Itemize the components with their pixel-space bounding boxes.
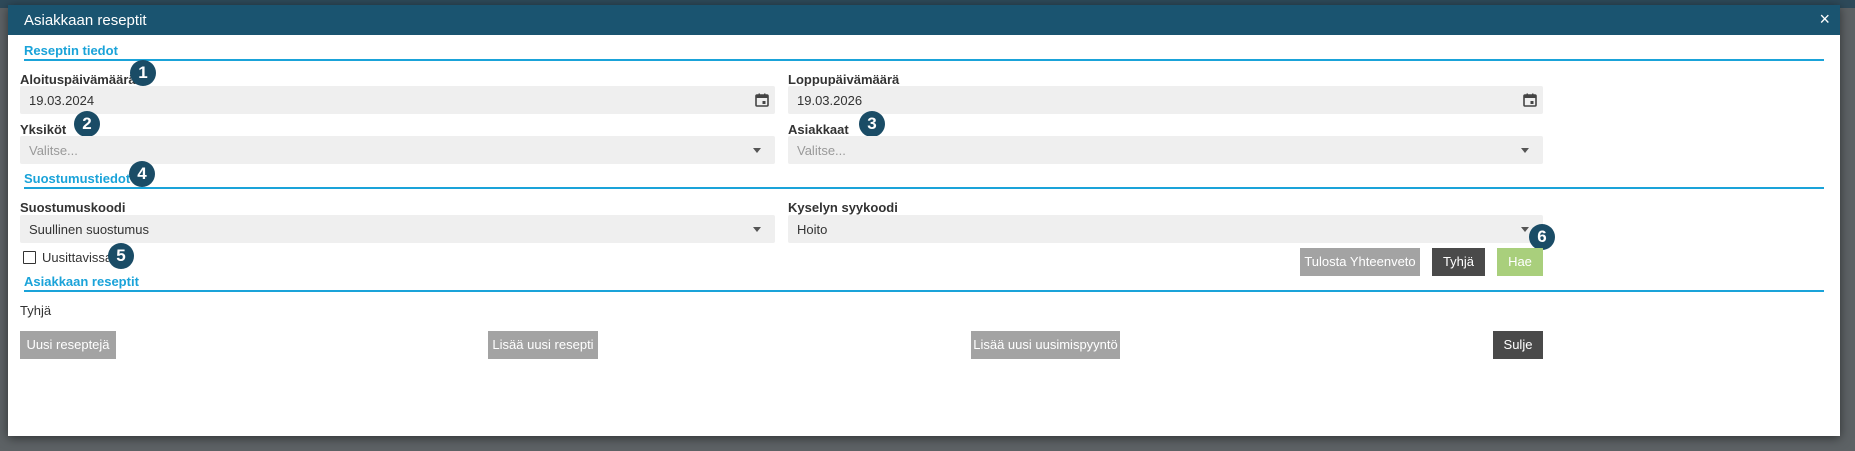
- units-select[interactable]: Valitse...: [20, 136, 775, 164]
- renewable-checkbox[interactable]: [23, 251, 36, 264]
- start-date-input[interactable]: 19.03.2024: [20, 86, 775, 114]
- dialog-header: Asiakkaan reseptit ×: [8, 5, 1840, 35]
- calendar-icon[interactable]: [1523, 93, 1537, 107]
- units-label: Yksiköt: [20, 122, 67, 137]
- annotation-badge-2: 2: [74, 111, 100, 137]
- query-reason-code-value: Hoito: [797, 222, 828, 237]
- renewable-label[interactable]: Uusittavissa: [42, 250, 112, 265]
- start-date-value: 19.03.2024: [29, 93, 95, 108]
- chevron-down-icon: [753, 148, 761, 153]
- end-date-label: Loppupäivämäärä: [788, 72, 900, 87]
- consent-code-label: Suostumuskoodi: [20, 200, 126, 215]
- chevron-down-icon: [1521, 148, 1529, 153]
- query-reason-code-label: Kyselyn syykoodi: [788, 200, 898, 215]
- dialog-title: Asiakkaan reseptit: [24, 12, 147, 29]
- clear-button[interactable]: Tyhjä: [1432, 248, 1485, 276]
- chevron-down-icon: [1521, 227, 1529, 232]
- annotation-badge-4: 4: [129, 161, 155, 187]
- annotation-badge-5: 5: [108, 243, 134, 269]
- new-prescriptions-button[interactable]: Uusi reseptejä: [20, 331, 116, 359]
- search-button[interactable]: Hae: [1497, 248, 1543, 276]
- add-prescription-button[interactable]: Lisää uusi resepti: [488, 331, 598, 359]
- end-date-input[interactable]: 19.03.2026: [788, 86, 1543, 114]
- add-renewal-request-button[interactable]: Lisää uusi uusimispyyntö: [971, 331, 1120, 359]
- query-reason-code-select[interactable]: Hoito: [788, 215, 1543, 243]
- consent-code-select[interactable]: Suullinen suostumus: [20, 215, 775, 243]
- annotation-badge-6: 6: [1529, 224, 1555, 250]
- consent-code-value: Suullinen suostumus: [29, 222, 149, 237]
- chevron-down-icon: [753, 227, 761, 232]
- close-icon[interactable]: ×: [1819, 9, 1830, 29]
- section-title-customer-prescriptions: Asiakkaan reseptit: [24, 274, 139, 289]
- annotation-badge-3: 3: [859, 111, 885, 137]
- section-divider: [24, 59, 1824, 61]
- section-title-prescription-info: Reseptin tiedot: [24, 43, 118, 58]
- prescriptions-dialog: Asiakkaan reseptit × Reseptin tiedot Alo…: [8, 5, 1840, 436]
- units-placeholder: Valitse...: [29, 143, 78, 158]
- end-date-value: 19.03.2026: [797, 93, 863, 108]
- start-date-label: Aloituspäivämäärä: [20, 72, 136, 87]
- customers-select[interactable]: Valitse...: [788, 136, 1543, 164]
- customers-placeholder: Valitse...: [797, 143, 846, 158]
- print-summary-button[interactable]: Tulosta Yhteenveto: [1300, 248, 1420, 276]
- close-button[interactable]: Sulje: [1493, 331, 1543, 359]
- calendar-icon[interactable]: [755, 93, 769, 107]
- section-divider: [24, 290, 1824, 292]
- section-divider: [24, 187, 1824, 189]
- customers-label: Asiakkaat: [788, 122, 849, 137]
- section-title-consent-info: Suostumustiedot: [24, 171, 131, 186]
- empty-results-text: Tyhjä: [20, 303, 52, 318]
- annotation-badge-1: 1: [130, 60, 156, 86]
